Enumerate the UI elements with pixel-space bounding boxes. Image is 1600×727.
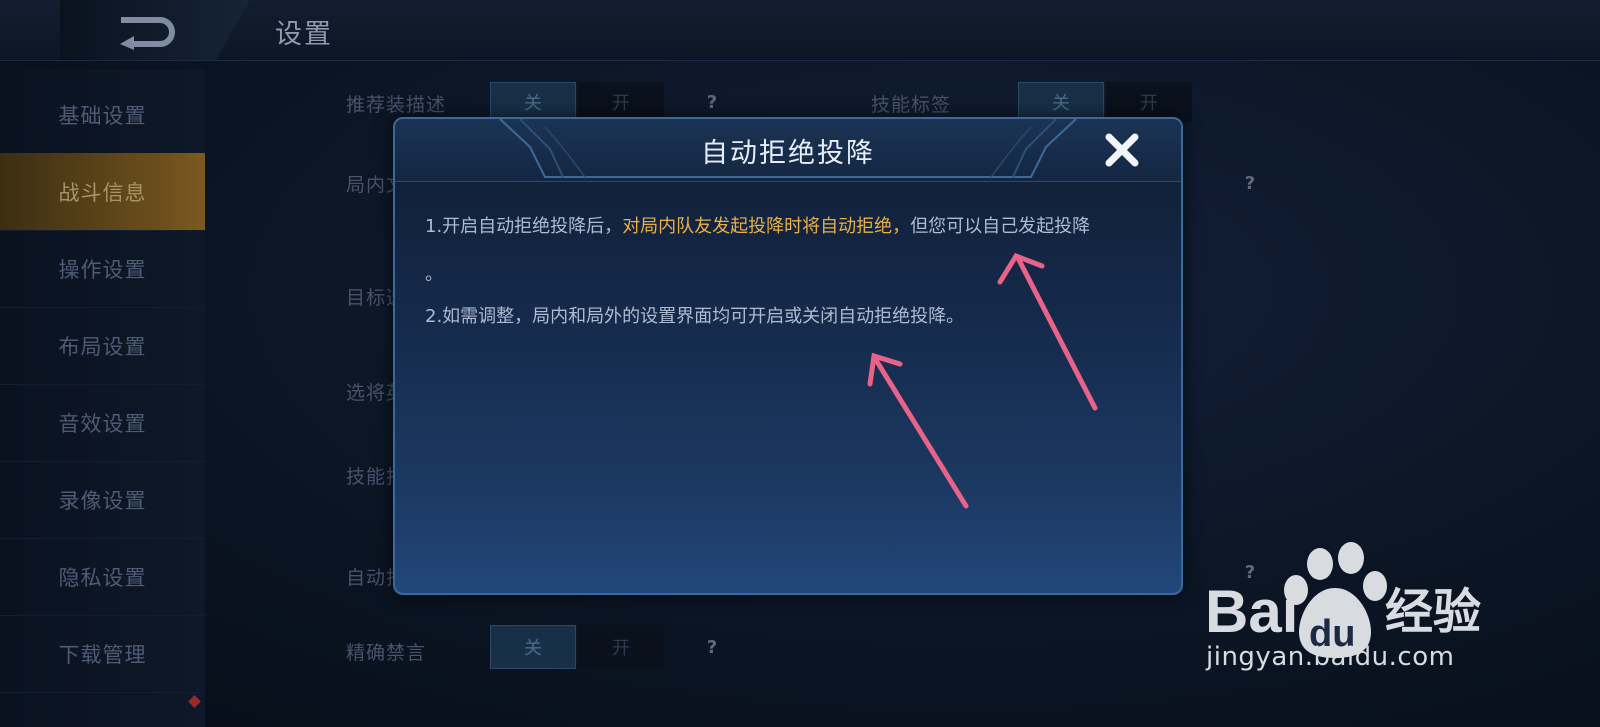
toggle-precise-mute-on[interactable]: 开	[578, 625, 664, 669]
dialog-header: 自动拒绝投降	[395, 119, 1181, 182]
sidebar-item-layout[interactable]: 布局设置	[0, 307, 205, 385]
watermark-brand-cn: 经验	[1385, 584, 1481, 640]
sidebar-item-privacy[interactable]: 隐私设置	[0, 538, 205, 616]
auto-reject-dialog: 自动拒绝投降 1.开启自动拒绝投降后，对局内队友发起投降时将自动拒绝，但您可以自…	[393, 117, 1183, 595]
toggle-recommend-on[interactable]: 开	[578, 82, 664, 122]
toggle-skill-tag-on[interactable]: 开	[1106, 82, 1192, 122]
watermark-brand-prefix: Bai	[1205, 578, 1298, 645]
sidebar-item-battle-info[interactable]: 战斗信息	[0, 153, 205, 231]
para1-end: 。	[425, 264, 443, 285]
close-icon[interactable]	[1103, 131, 1141, 169]
page-title: 设置	[275, 19, 333, 50]
sidebar-item-controls[interactable]: 操作设置	[0, 230, 205, 308]
help-icon[interactable]: ?	[697, 632, 727, 662]
back-arrow-icon[interactable]	[118, 14, 180, 50]
dialog-paragraph-1: 1.开启自动拒绝投降后，对局内队友发起投降时将自动拒绝，但您可以自己发起投降	[425, 215, 1165, 239]
top-bar: 设置	[0, 0, 1600, 61]
para1-suffix: 但您可以自己发起投降	[910, 216, 1091, 237]
sidebar-item-download[interactable]: 下载管理	[0, 615, 205, 693]
sidebar-item-sound[interactable]: 音效设置	[0, 384, 205, 462]
dialog-paragraph-2: 2.如需调整，局内和局外的设置界面均可开启或关闭自动拒绝投降。	[425, 306, 965, 327]
para1-prefix: 1.开启自动拒绝投降后，	[425, 216, 623, 237]
toggle-recommend-off[interactable]: 关	[490, 82, 576, 122]
setting-label-precise-mute: 精确禁言	[346, 642, 427, 664]
sidebar: 基础设置 战斗信息 操作设置 布局设置 音效设置 录像设置 隐私设置 下载管理	[0, 70, 205, 727]
para1-highlight: 对局内队友发起投降时将自动拒绝，	[622, 216, 911, 237]
toggle-skill-tag-off[interactable]: 关	[1018, 82, 1104, 122]
screen: 设置 基础设置 战斗信息 操作设置 布局设置 音效设置 录像设置 隐私设置 下载…	[0, 0, 1600, 727]
sidebar-item-replay[interactable]: 录像设置	[0, 461, 205, 539]
help-icon[interactable]: ?	[1235, 168, 1265, 198]
dialog-title: 自动拒绝投降	[701, 138, 875, 169]
toggle-precise-mute-off[interactable]: 关	[490, 625, 576, 669]
setting-label-skill-tag: 技能标签	[871, 94, 952, 116]
setting-label-recommend: 推荐装描述	[346, 94, 447, 116]
help-icon[interactable]: ?	[697, 87, 727, 117]
sidebar-item-basic[interactable]: 基础设置	[0, 76, 205, 154]
watermark-url: jingyan.baidu.com	[1206, 642, 1455, 672]
